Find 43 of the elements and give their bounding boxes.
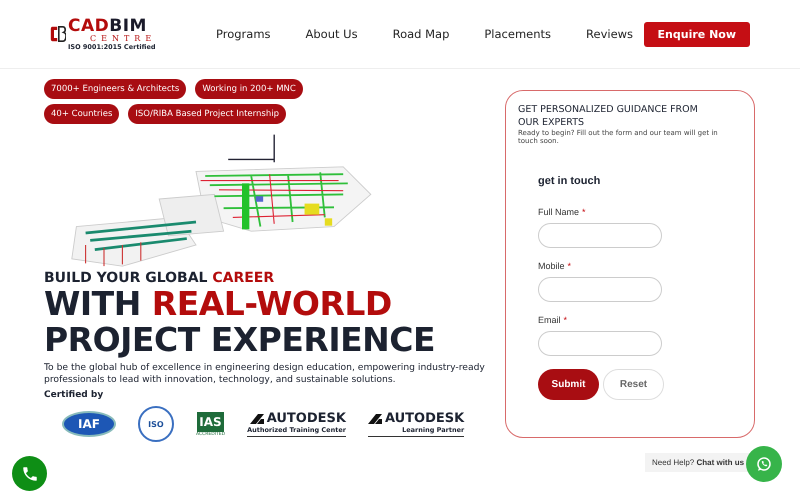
stat-badge: Working in 200+ MNC	[195, 79, 303, 99]
iso-logo: ISO	[138, 406, 174, 442]
form-title: GET PERSONALIZED GUIDANCE FROM OUR EXPERTS	[518, 103, 699, 129]
logo-wordmark: CADBIM	[68, 18, 147, 35]
required-mark: *	[564, 315, 568, 325]
autodesk-icon	[250, 414, 264, 424]
autodesk-wordmark: AUTODESK	[266, 411, 346, 426]
nav-link[interactable]: About Us	[306, 27, 358, 41]
nav-link[interactable]: Placements	[484, 27, 552, 41]
chat-bubble-icon	[755, 455, 773, 473]
iaf-logo: IAF	[62, 411, 116, 437]
input-field[interactable]	[538, 331, 662, 356]
reset-button[interactable]: Reset	[603, 369, 664, 400]
enquire-button[interactable]: Enquire Now	[644, 22, 750, 46]
whatsapp-button[interactable]	[746, 446, 782, 482]
required-mark: *	[582, 207, 586, 217]
submit-button[interactable]: Submit	[538, 369, 599, 400]
field-label: Mobile *	[538, 261, 572, 271]
headline: PROJECT EXPERIENCE	[44, 322, 436, 358]
phone-icon	[20, 464, 38, 482]
description: To be the global hub of excellence in engineering design education, empowering industry-ready professionals to lead with innovation, technology, and sustainable solutions.	[44, 362, 486, 386]
field-label: Email *	[538, 315, 568, 325]
phone-button[interactable]	[12, 456, 47, 491]
stat-badge: ISO/RIBA Based Project Internship	[128, 104, 286, 124]
certified-label: Certified by	[44, 390, 104, 400]
field-label: Full Name *	[538, 207, 587, 217]
logo-icon	[50, 24, 66, 44]
required-mark: *	[568, 261, 572, 271]
headline: WITH REAL-WORLD	[44, 286, 393, 322]
autodesk-wordmark: AUTODESK	[384, 411, 464, 426]
nav-link[interactable]: Reviews	[586, 27, 634, 41]
nav-link[interactable]: Programs	[216, 27, 271, 41]
tagline: BUILD YOUR GLOBAL CAREER	[44, 270, 276, 286]
chat-prompt[interactable]: Need Help? Chat with us	[645, 453, 752, 472]
form-heading: get in touch	[538, 175, 602, 187]
input-field[interactable]	[538, 277, 662, 302]
input-field[interactable]	[538, 223, 662, 248]
stat-badge: 40+ Countries	[44, 104, 120, 124]
ias-mark: IAS	[197, 412, 224, 432]
autodesk-icon	[368, 414, 382, 424]
nav-link[interactable]: Road Map	[392, 27, 450, 41]
logo-subtitle: CENTRE	[90, 34, 156, 43]
stat-badge: 7000+ Engineers & Architects	[44, 79, 186, 99]
